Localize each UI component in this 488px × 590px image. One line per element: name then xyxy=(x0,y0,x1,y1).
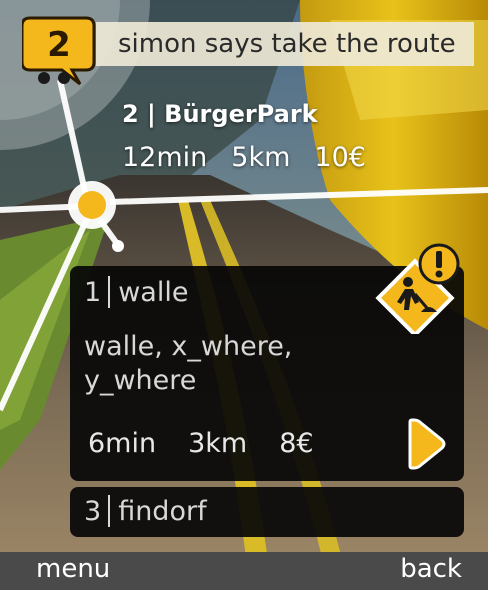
instruction-banner: simon says take the route xyxy=(96,22,474,66)
route-card-walle[interactable]: 1 walle walle, x_where, y_where 6min 3km… xyxy=(70,243,464,481)
route-number-badge: 2 xyxy=(20,14,106,90)
current-route-duration: 12min xyxy=(122,142,208,173)
route-card-price: 8€ xyxy=(279,428,314,459)
roadworks-warning-icon xyxy=(375,243,460,334)
back-softkey[interactable]: back xyxy=(400,554,462,584)
route-card-distance: 3km xyxy=(188,428,248,459)
route-card-number: 1 xyxy=(84,276,102,308)
menu-softkey[interactable]: menu xyxy=(36,554,110,584)
route-card-number: 3 xyxy=(84,495,102,527)
current-route-price: 10€ xyxy=(314,142,366,173)
current-route-title: 2 | BürgerPark xyxy=(122,100,318,128)
route-card-findorf[interactable]: 3 findorf xyxy=(70,487,464,537)
route-selection-screen: simon says take the route 2 2 | BürgerPa… xyxy=(0,0,488,590)
route-card-duration: 6min xyxy=(88,428,157,459)
divider xyxy=(108,495,111,527)
route-card-stats: 6min 3km 8€ xyxy=(88,428,314,459)
route-card-description: walle, x_where, y_where xyxy=(84,331,293,396)
play-arrow-icon[interactable] xyxy=(408,416,448,472)
divider xyxy=(108,276,111,308)
route-card-name: findorf xyxy=(118,495,207,527)
route-badge-number: 2 xyxy=(47,25,71,65)
current-route-distance: 5km xyxy=(231,142,291,173)
route-card-name: walle xyxy=(118,276,189,308)
route-card-header: 1 walle xyxy=(84,276,188,308)
route-card-header: 3 findorf xyxy=(84,495,207,527)
softkey-bar: menu back xyxy=(0,552,488,590)
current-route-stats: 12min 5km 10€ xyxy=(122,142,366,173)
